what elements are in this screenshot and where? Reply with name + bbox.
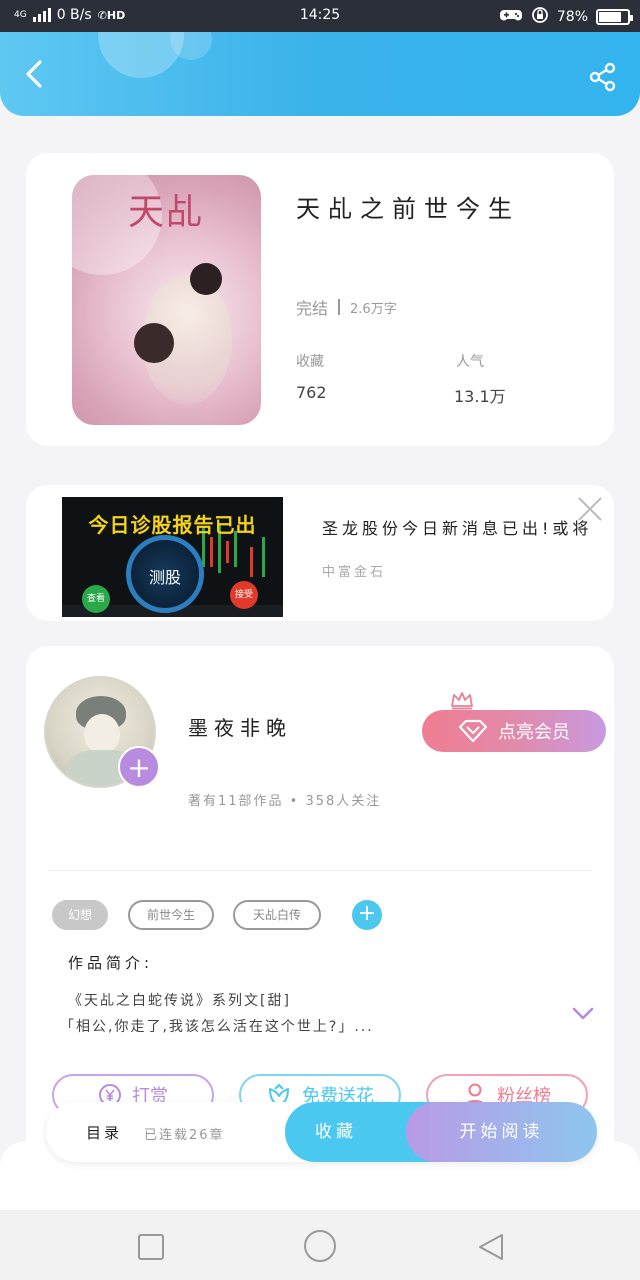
intro-line: 「相公,你走了,我该怎么活在这个世上?」... bbox=[60, 1019, 374, 1035]
start-reading-button[interactable]: 开始阅读 bbox=[406, 1102, 597, 1162]
chapter-count: 已连载26章 bbox=[144, 1128, 225, 1143]
avatar-face bbox=[84, 714, 120, 754]
system-nav-bar bbox=[0, 1210, 640, 1280]
diamond-icon bbox=[458, 719, 488, 743]
author-meta: 著有11部作品 • 358人关注 bbox=[188, 794, 382, 809]
author-card: + 墨夜非晚 著有11部作品 • 358人关注 点亮会员 幻想 前世今生 天乩白… bbox=[26, 646, 614, 1166]
chevron-left-icon bbox=[26, 60, 42, 88]
vip-button[interactable]: 点亮会员 bbox=[422, 710, 606, 752]
ad-text[interactable]: 圣龙股份今日新消息已出!或将 bbox=[322, 515, 592, 539]
share-button[interactable] bbox=[588, 62, 618, 92]
book-status-row: 完结 2.6万字 bbox=[296, 295, 397, 319]
book-status: 完结 bbox=[296, 299, 329, 318]
bottom-action-bar: 目录 已连载26章 收藏 开始阅读 bbox=[46, 1102, 597, 1162]
battery-fill bbox=[599, 12, 621, 22]
ad-image[interactable]: 今日诊股报告已出 测股 查看 接受 bbox=[62, 497, 283, 617]
ad-source: 中富金石 bbox=[322, 565, 387, 580]
intro-label: 作品简介: bbox=[68, 954, 154, 972]
header-bar bbox=[0, 32, 640, 116]
favorites-value: 762 bbox=[296, 383, 327, 402]
intro-line: 《天乩之白蛇传说》系列文[甜] bbox=[68, 993, 291, 1009]
vip-label: 点亮会员 bbox=[498, 722, 570, 743]
ad-close-button[interactable] bbox=[576, 495, 604, 523]
tag-item[interactable]: 幻想 bbox=[52, 900, 108, 930]
book-title: 天乩之前世今生 bbox=[296, 195, 520, 223]
back-button[interactable] bbox=[18, 58, 50, 90]
ad-card[interactable]: 今日诊股报告已出 测股 查看 接受 圣龙股份今日新消息已出!或将 中富金石 bbox=[26, 485, 614, 621]
ad-dial: 测股 bbox=[126, 535, 204, 613]
add-tag-button[interactable]: + bbox=[352, 900, 382, 930]
book-info-card: 天乩 天乩之前世今生 完结 2.6万字 收藏 人气 762 13.1万 bbox=[26, 153, 614, 446]
cover-title: 天乩 bbox=[128, 192, 205, 233]
battery-icon bbox=[596, 9, 633, 25]
cover-figure-hair bbox=[134, 323, 174, 363]
home-button[interactable] bbox=[302, 1228, 338, 1264]
cover-figure-hair bbox=[190, 263, 222, 295]
nav-back-button[interactable] bbox=[476, 1232, 506, 1262]
follow-author-button[interactable]: + bbox=[118, 746, 160, 788]
triangle-back-icon bbox=[479, 1234, 503, 1260]
toc-button[interactable]: 目录 bbox=[86, 1122, 122, 1143]
close-icon bbox=[578, 497, 602, 521]
book-cover[interactable]: 天乩 bbox=[72, 175, 261, 425]
ad-headline: 今日诊股报告已出 bbox=[88, 513, 257, 537]
share-icon bbox=[589, 62, 616, 92]
chevron-down-icon bbox=[572, 1007, 594, 1020]
status-right: 78% bbox=[499, 6, 633, 28]
ad-dial-text: 测股 bbox=[148, 568, 181, 587]
crown-icon bbox=[451, 692, 473, 710]
square-icon bbox=[138, 1234, 164, 1260]
status-divider bbox=[338, 299, 341, 315]
recent-apps-button[interactable] bbox=[136, 1232, 166, 1262]
author-name[interactable]: 墨夜非晚 bbox=[188, 712, 292, 741]
battery-percent: 78% bbox=[556, 9, 588, 25]
tag-item[interactable]: 前世今生 bbox=[128, 900, 214, 930]
expand-intro-button[interactable] bbox=[572, 1006, 594, 1020]
rotation-lock-icon bbox=[531, 6, 549, 28]
divider bbox=[48, 870, 592, 871]
favorites-label: 收藏 bbox=[296, 354, 324, 370]
tag-item[interactable]: 天乩白传 bbox=[233, 900, 321, 930]
popularity-label: 人气 bbox=[456, 354, 484, 370]
popularity-value: 13.1万 bbox=[454, 387, 506, 406]
ad-accept-button[interactable]: 接受 bbox=[230, 581, 258, 609]
ad-view-button[interactable]: 查看 bbox=[82, 585, 110, 613]
word-count: 2.6万字 bbox=[350, 301, 397, 317]
status-bar: 4G 0 B/s ✆HD 14:25 78% bbox=[0, 0, 640, 32]
gamepad-icon bbox=[499, 7, 523, 27]
circle-icon bbox=[304, 1230, 336, 1262]
